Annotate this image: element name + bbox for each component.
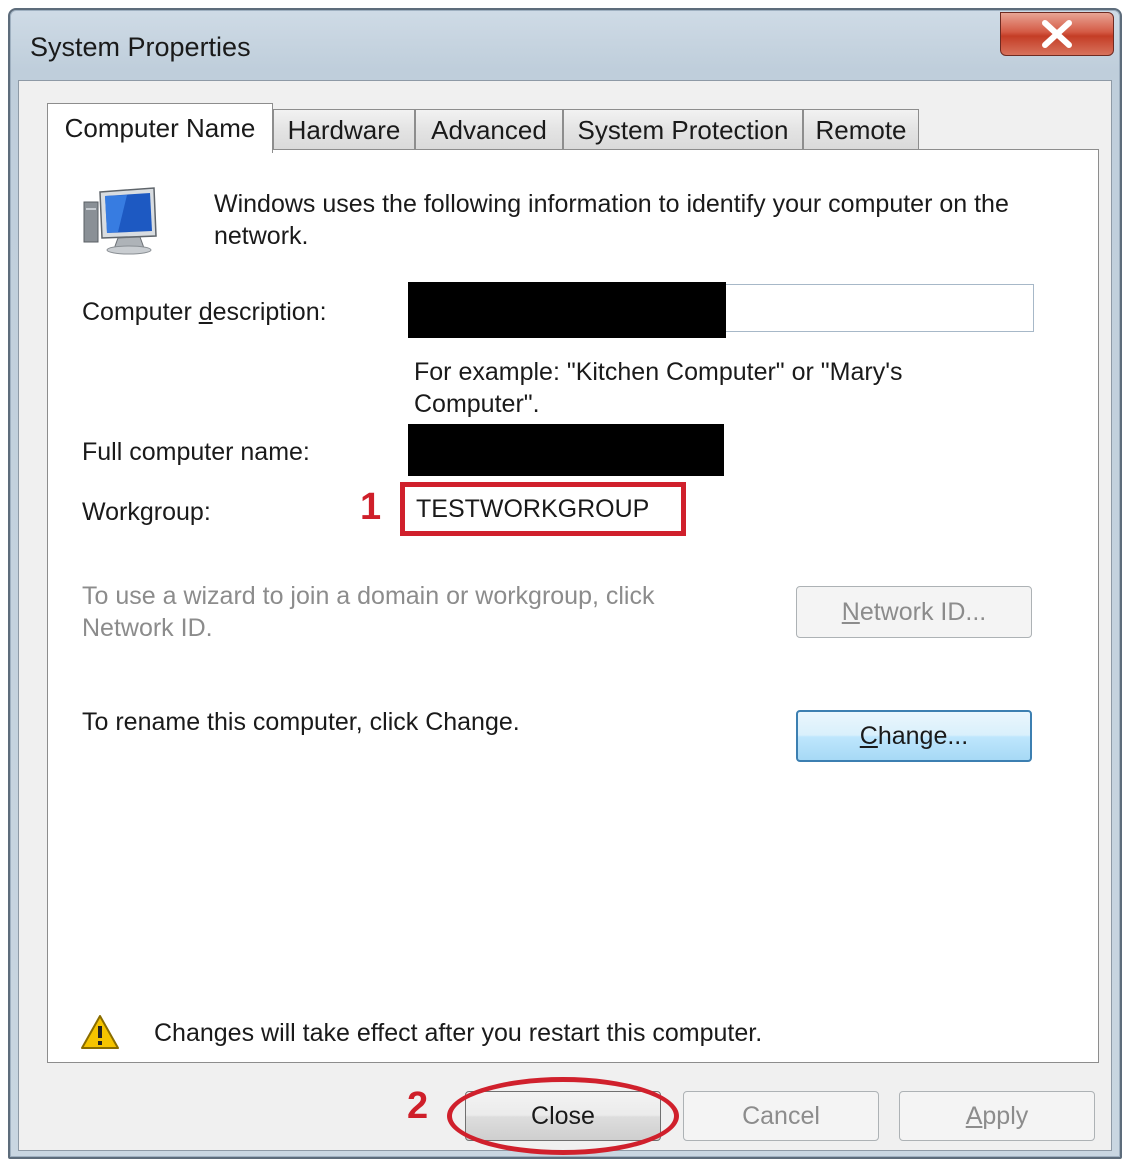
close-window-button[interactable]	[1000, 12, 1114, 56]
tab-advanced[interactable]: Advanced	[415, 109, 563, 151]
label-part: escription:	[212, 298, 327, 326]
redacted-full-computer-name	[408, 424, 724, 476]
apply-button[interactable]: Apply	[899, 1091, 1095, 1141]
close-icon	[1042, 20, 1072, 48]
tab-system-protection[interactable]: System Protection	[563, 109, 803, 151]
annotation-step-2: 2	[407, 1085, 429, 1127]
tab-label: Computer Name	[64, 113, 256, 143]
tab-computer-name[interactable]: Computer Name	[47, 103, 273, 153]
restart-notice-text: Changes will take effect after you resta…	[154, 1019, 763, 1047]
annotation-step-1: 1	[360, 486, 382, 528]
button-label-rest: hange...	[877, 721, 969, 750]
warning-icon	[81, 1015, 119, 1049]
label-part: Computer	[82, 298, 199, 326]
accelerator-key: A	[965, 1101, 983, 1130]
computer-name-panel: Windows uses the following information t…	[47, 149, 1099, 1063]
workgroup-value: TESTWORKGROUP	[416, 495, 650, 523]
redacted-description	[408, 282, 726, 338]
network-id-button[interactable]: Network ID...	[796, 586, 1032, 638]
button-label: Apply	[966, 1102, 1029, 1131]
monitor-icon	[83, 187, 157, 255]
cancel-button[interactable]: Cancel	[683, 1091, 879, 1141]
window-title: System Properties	[30, 32, 251, 62]
tab-label: Remote	[815, 115, 907, 145]
rename-hint-text: To rename this computer, click Change.	[82, 708, 520, 736]
network-id-hint-text: To use a wizard to join a domain or work…	[82, 582, 655, 642]
button-label: Network ID...	[842, 598, 986, 627]
workgroup-label: Workgroup:	[82, 498, 211, 526]
button-label: Cancel	[742, 1101, 820, 1130]
computer-description-label: Computer description:	[82, 296, 327, 328]
change-button[interactable]: Change...	[796, 710, 1032, 762]
tab-hardware[interactable]: Hardware	[273, 109, 415, 151]
accelerator-key: N	[841, 597, 860, 626]
description-example-text: For example: "Kitchen Computer" or "Mary…	[414, 358, 903, 418]
tab-label: Advanced	[431, 115, 547, 145]
button-label: Change...	[860, 722, 968, 751]
button-label-rest: pply	[982, 1101, 1029, 1130]
accelerator-key: C	[859, 721, 878, 750]
tab-remote[interactable]: Remote	[803, 109, 919, 151]
tab-label: System Protection	[577, 115, 789, 145]
full-computer-name-label: Full computer name:	[82, 438, 310, 466]
tab-label: Hardware	[287, 115, 401, 145]
title-bar[interactable]: System Properties	[10, 10, 1120, 84]
accelerator-key: d	[198, 298, 213, 326]
system-properties-window: System Properties Computer Name Hardware…	[8, 8, 1122, 1159]
button-label-rest: etwork ID...	[859, 597, 987, 626]
intro-text: Windows uses the following information t…	[214, 190, 1009, 250]
annotation-highlight-ellipse	[447, 1077, 679, 1155]
dialog-client-area: Computer Name Hardware Advanced System P…	[18, 80, 1112, 1155]
